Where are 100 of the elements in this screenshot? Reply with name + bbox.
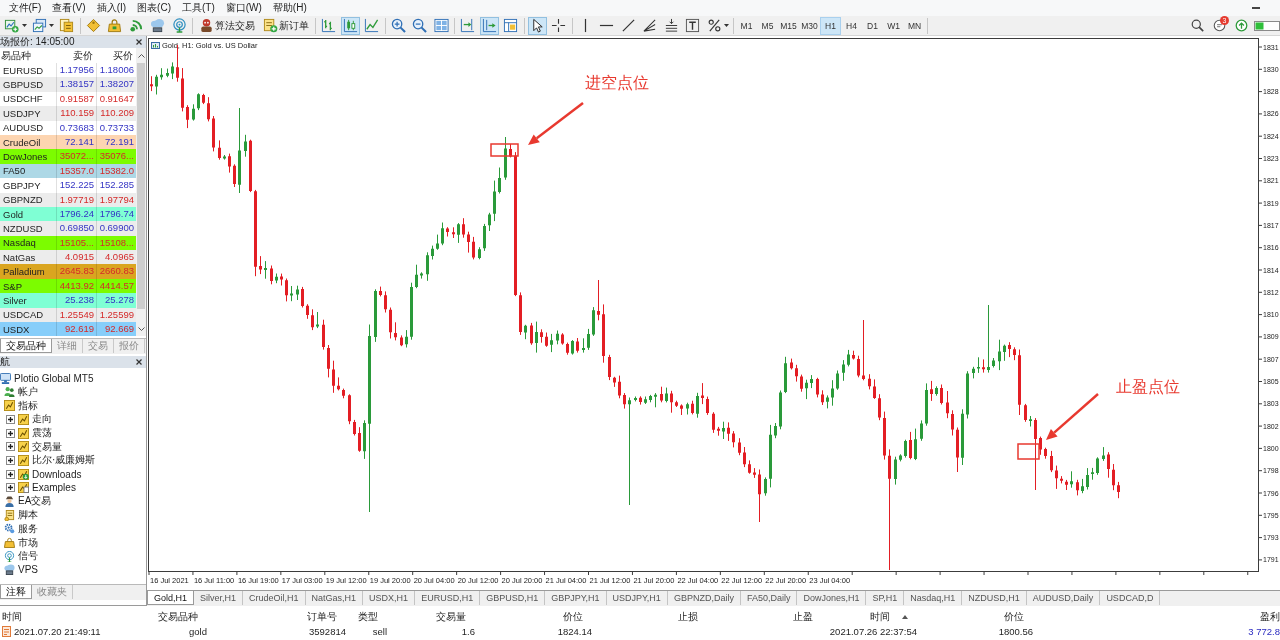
panel-tab[interactable]: 交易品种 <box>0 339 52 354</box>
column-header[interactable]: 时间 <box>0 610 150 624</box>
chart-tab[interactable]: CrudeOil,H1 <box>243 591 306 605</box>
chart-tab[interactable]: EURUSD,H1 <box>415 591 481 605</box>
tree-item[interactable]: 市场 <box>18 535 38 550</box>
tree-item[interactable]: 交易量 <box>32 439 62 454</box>
timeframe-button[interactable]: W1 <box>883 16 904 35</box>
tree-item[interactable]: 震荡 <box>32 426 52 440</box>
column-header[interactable]: 卖价 <box>56 48 96 63</box>
quote-row[interactable]: Silver 25.238 25.278 <box>0 293 136 308</box>
timeframe-button[interactable]: H4 <box>841 16 862 35</box>
chart-tab[interactable]: AUDUSD,Daily <box>1026 591 1101 605</box>
quote-row[interactable]: GBPJPY 152.225 152.285 <box>0 178 136 193</box>
column-header[interactable]: 止损 <box>595 610 710 624</box>
tree-item[interactable]: 比尔·威廉姆斯 <box>32 453 96 468</box>
tree-item[interactable]: 脚本 <box>18 508 38 523</box>
chart-tab[interactable]: Gold,H1 <box>147 591 195 605</box>
timeframe-button[interactable]: MN <box>904 16 925 35</box>
tag-icon[interactable] <box>83 16 103 35</box>
plus-box-icon[interactable] <box>6 428 15 438</box>
tile-icon[interactable] <box>431 16 451 35</box>
menu-item[interactable]: 窗口(W) <box>220 1 268 15</box>
quote-row[interactable]: NatGas 4.0915 4.0965 <box>0 250 136 265</box>
dropdown-caret-icon[interactable] <box>49 24 54 27</box>
chart-tab[interactable]: USDCAD,D <box>1100 591 1161 605</box>
scroll-up-icon[interactable] <box>137 53 145 58</box>
timeframe-button[interactable]: M5 <box>757 16 778 35</box>
column-header[interactable]: 交易品种 <box>150 610 210 624</box>
tree-item[interactable]: Examples <box>32 482 76 494</box>
timeframe-button[interactable]: M1 <box>736 16 757 35</box>
column-header[interactable]: 价位 <box>920 610 1036 624</box>
timeframe-button[interactable]: D1 <box>862 16 883 35</box>
dropdown-caret-icon[interactable] <box>724 24 729 27</box>
plus-box-icon[interactable] <box>6 414 15 424</box>
column-header[interactable]: 止盈 <box>710 610 825 624</box>
chart-tab[interactable]: USDX,H1 <box>363 591 416 605</box>
timeframe-button[interactable]: H1 <box>820 16 841 35</box>
chart-tab[interactable]: GBPNZD,Daily <box>667 591 741 605</box>
panel-tab[interactable]: 注释 <box>0 585 32 599</box>
tree-item[interactable]: 走向 <box>32 412 52 427</box>
candlestick-icon[interactable] <box>340 16 360 35</box>
timeframe-button[interactable]: M30 <box>799 16 820 35</box>
column-header[interactable]: 类型 <box>349 610 390 624</box>
plus-box-icon[interactable] <box>6 455 15 465</box>
tree-item[interactable]: 服务 <box>18 521 38 536</box>
scroll-down-icon[interactable] <box>137 326 145 331</box>
menu-item[interactable]: 帮助(H) <box>267 1 313 15</box>
search-icon[interactable] <box>1191 19 1204 32</box>
column-header[interactable]: 买价 <box>96 48 136 63</box>
chat-icon[interactable] <box>1213 19 1226 32</box>
cursor-icon[interactable] <box>527 16 547 35</box>
chart-tab[interactable]: FA50,Daily <box>740 591 798 605</box>
chart-tab[interactable]: DowJones,H1 <box>797 591 867 605</box>
toolbar-button[interactable]: 算法交易 <box>196 16 258 35</box>
quote-row[interactable]: USDJPY 110.159 110.209 <box>0 106 136 121</box>
zoom-out-icon[interactable] <box>410 16 430 35</box>
tree-item[interactable]: VPS <box>18 564 38 576</box>
menu-item[interactable]: 工具(T) <box>176 1 221 15</box>
plus-box-icon[interactable] <box>6 483 15 493</box>
toolbar-button[interactable]: 新订单 <box>260 16 312 35</box>
tree-item[interactable]: 帐户 <box>18 384 38 399</box>
close-icon[interactable] <box>136 39 142 45</box>
timeframe-button[interactable]: M15 <box>778 16 799 35</box>
menu-item[interactable]: 图表(C) <box>131 1 177 15</box>
autoscroll-icon[interactable] <box>479 16 499 35</box>
menu-item[interactable]: 插入(I) <box>91 1 132 15</box>
tree-item[interactable]: 指标 <box>18 398 38 413</box>
menu-item[interactable]: 文件(F) <box>3 1 47 15</box>
tree-item[interactable]: EA交易 <box>18 494 52 509</box>
quote-row[interactable]: GBPUSD 1.38157 1.38207 <box>0 77 136 92</box>
chart-tab[interactable]: Nasdaq,H1 <box>904 591 963 605</box>
column-header[interactable]: 易品种 <box>0 48 56 63</box>
quote-row[interactable]: USDX 92.619 92.669 <box>0 322 136 337</box>
plus-box-icon[interactable] <box>6 469 15 479</box>
chart-tab[interactable]: NatGas,H1 <box>305 591 364 605</box>
tree-item[interactable]: Plotio Global MT5 <box>14 372 94 384</box>
chart-tab[interactable]: NZDUSD,H1 <box>962 591 1027 605</box>
chart-tab[interactable]: USDJPY,H1 <box>606 591 668 605</box>
dropdown-caret-icon[interactable] <box>21 24 27 27</box>
chart-tab[interactable]: SP,H1 <box>866 591 905 605</box>
close-icon[interactable] <box>136 359 142 366</box>
chart-tab[interactable]: GBPUSD,H1 <box>480 591 546 605</box>
plus-box-icon[interactable] <box>6 442 15 452</box>
column-header[interactable]: 价位 <box>478 610 595 624</box>
column-header[interactable]: 订单号 <box>210 610 349 624</box>
column-header[interactable]: 盈利 <box>1036 610 1280 624</box>
tree-item[interactable]: Downloads <box>32 468 82 480</box>
menu-item[interactable]: 查看(V) <box>46 1 92 15</box>
arrow-circle-icon[interactable] <box>1235 19 1248 32</box>
indicator-icon <box>18 454 29 466</box>
quote-row[interactable]: DowJones 35072... 35076... <box>0 149 136 164</box>
quote-row[interactable]: EURUSD 1.17956 1.18006 <box>0 63 136 78</box>
table-cell-text: 2021.07.20 21:49:11 <box>14 625 102 637</box>
quote-row[interactable]: NZDUSD 0.69850 0.69900 <box>0 221 136 236</box>
quote-row[interactable]: Palladium 2645.83 2660.83 <box>0 264 136 279</box>
tree-item[interactable]: 信号 <box>18 549 38 564</box>
column-header[interactable]: 时间 <box>825 610 920 624</box>
chart-tab[interactable]: GBPJPY,H1 <box>545 591 607 605</box>
chart-tab[interactable]: Silver,H1 <box>194 591 244 605</box>
column-header[interactable]: 交易量 <box>390 610 478 624</box>
